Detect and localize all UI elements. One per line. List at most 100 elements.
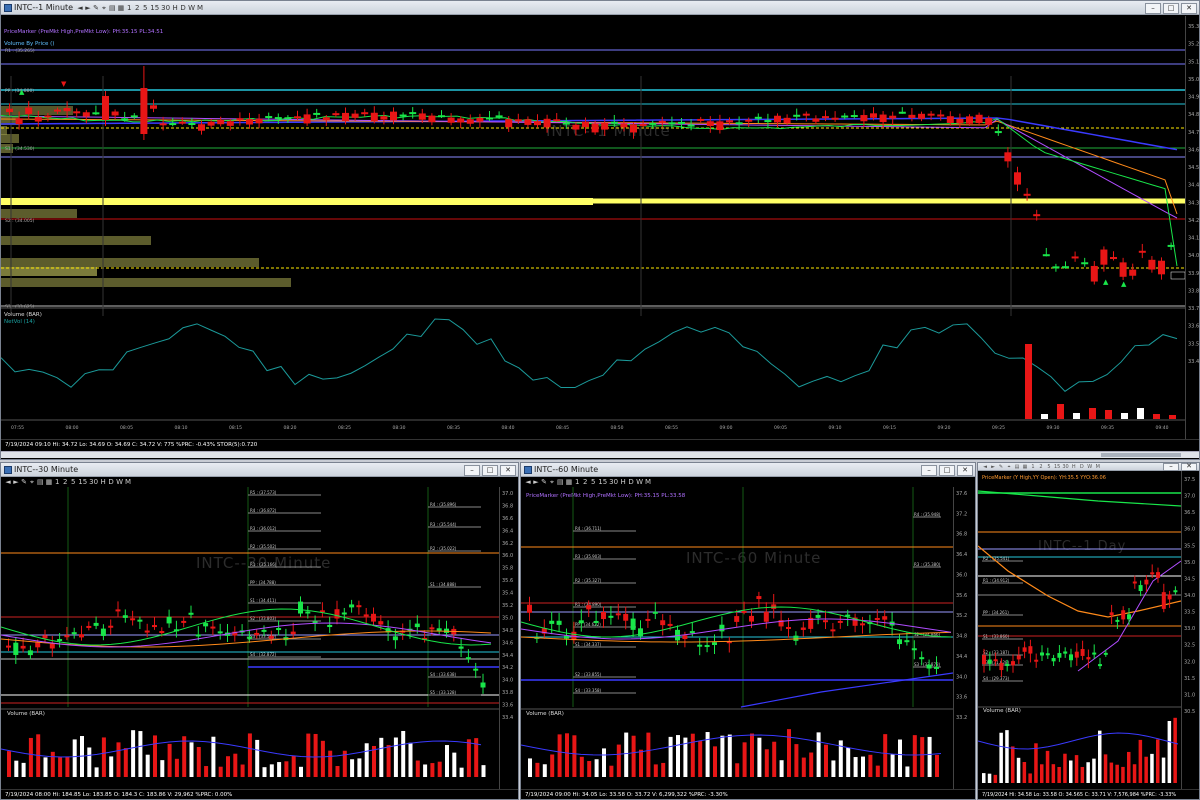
p30-price-pane[interactable]: INTC--30 Minute Volume (BAR) R5 : (37.57… [1,487,499,789]
timeframe-button[interactable]: 5 [70,478,76,486]
price-candle [390,111,397,121]
timeframe-button[interactable]: 30 [1062,464,1068,470]
main-price-axis[interactable]: 35.3 35.2 35.1 35.0 34.9 34.8 34.7 34.6 34.5 34.4… [1185,16,1199,441]
close-icon[interactable]: ✕ [500,465,516,476]
maximize-icon[interactable]: □ [939,465,955,476]
timeframe-button[interactable]: H [1071,464,1077,470]
toolbar-tool-icon[interactable]: ⌖ [29,478,35,487]
toolbar-tool-icon[interactable]: ▦ [46,478,53,486]
main-titlebar[interactable]: INTC--1 Minute ◄ ► ✎ ⌖ ▤ ▦ 1 2 5 15 30 H D W M – □ ✕ [1,1,1199,15]
timeframe-button[interactable]: W [636,478,643,486]
toolbar-tool-icon[interactable]: ► [85,1,91,15]
toolbar-tool-icon[interactable]: ► [533,478,539,486]
price-candle [1062,266,1069,269]
timeframe-button[interactable]: M [1095,464,1101,470]
maximize-icon[interactable]: □ [1163,3,1179,14]
timeframe-button[interactable]: 30 [161,1,170,15]
timeframe-button[interactable]: 15 [150,1,159,15]
timeframe-button[interactable]: H [100,478,106,486]
timeframe-button[interactable]: 1 [1030,464,1036,470]
maximize-icon[interactable]: □ [482,465,498,476]
main-price-pane[interactable]: PriceMarker (PreMkt High,PreMkt Low): PH… [1,16,1185,454]
timeframe-button[interactable]: D [108,478,114,486]
main-scroll-thumb[interactable] [1101,453,1181,457]
timeframe-button[interactable]: 2 [62,478,68,486]
timeframe-button[interactable]: M [125,478,131,486]
timeframe-button[interactable]: D [1079,464,1085,470]
volume-bar [1005,730,1009,783]
minimize-icon[interactable]: – [1163,463,1179,471]
toolbar-tool-icon[interactable]: ▦ [1022,464,1028,470]
toolbar-tool-icon[interactable]: ⌖ [1006,464,1012,470]
main-status-bar: 7/19/2024 09:10 Hi: 34.72 Lo: 34.69 O: 3… [1,439,1199,450]
timeframe-button[interactable]: 1 [54,478,60,486]
close-icon[interactable]: ✕ [1181,463,1197,471]
price-candle [102,96,109,120]
toolbar-tool-icon[interactable]: ✎ [21,478,27,486]
timeframe-button[interactable]: 5 [1046,464,1052,470]
toolbar-tool-icon[interactable]: ► [990,464,996,470]
timeframe-button[interactable]: 2 [582,478,588,486]
toolbar-tool-icon[interactable]: ✎ [998,464,1004,470]
timeframe-button[interactable]: D [628,478,634,486]
timeframe-button[interactable]: D [180,1,186,15]
timeframe-button[interactable]: H [620,478,626,486]
toolbar-tool-icon[interactable]: ◄ [982,464,988,470]
toolbar-tool-icon[interactable]: ▦ [118,1,125,15]
priceday-candle [1121,610,1126,620]
p30-titlebar[interactable]: INTC--30 Minute – □ ✕ [1,463,518,477]
toolbar-tool-icon[interactable]: ▤ [109,1,116,15]
toolbar-tool-icon[interactable]: ⌖ [549,478,555,487]
toolbar-tool-icon[interactable]: ◄ [525,478,531,486]
toolbar-tool-icon[interactable]: ◄ [5,478,11,486]
close-icon[interactable]: ✕ [1181,3,1197,14]
toolbar-tool-icon[interactable]: ▤ [37,478,44,486]
toolbar-tool-icon[interactable]: ▦ [566,478,573,486]
timeframe-button[interactable]: M [197,1,203,15]
timeframe-button[interactable]: 2 [1038,464,1044,470]
minimize-icon[interactable]: – [464,465,480,476]
price-candle [466,119,474,124]
price-tick-label: 34.6 [1188,147,1199,153]
pday-price-axis[interactable]: 37.5 37.0 36.5 36.0 35.5 35.0 34.5 34.0 33.5 33.0… [1181,471,1199,789]
timeframe-button[interactable]: 5 [590,478,596,486]
toolbar-tool-icon[interactable]: ⌖ [101,1,107,15]
timeframe-button[interactable]: 1 [574,478,580,486]
minimize-icon[interactable]: – [921,465,937,476]
timeframe-button[interactable]: M [645,478,651,486]
timeframe-button[interactable]: H [172,1,178,15]
timeframe-button[interactable]: 1 [126,1,132,15]
p60-titlebar[interactable]: INTC--60 Minute – □ ✕ [521,463,975,477]
pivot-label: R4 : (35.948) [914,512,941,517]
timeframe-button[interactable]: W [188,1,195,15]
timeframe-button[interactable]: 2 [134,1,140,15]
toolbar-tool-icon[interactable]: ✎ [541,478,547,486]
minimize-icon[interactable]: – [1145,3,1161,14]
p30-price-axis[interactable]: 37.0 36.8 36.6 36.4 36.2 36.0 35.8 35.6 35.4 35.2… [499,487,518,789]
toolbar-tool-icon[interactable]: ◄ [77,1,83,15]
timeframe-button[interactable]: 30 [609,478,618,486]
timeframe-button[interactable]: 5 [142,1,148,15]
main-scrollbar[interactable] [1,451,1199,458]
close-icon[interactable]: ✕ [957,465,973,476]
toolbar-tool-icon[interactable]: ▤ [557,478,564,486]
price-candle [553,119,561,122]
price30-candle [42,635,48,639]
price-candle [121,118,129,121]
timeframe-button[interactable]: 15 [78,478,87,486]
timeframe-button[interactable]: W [1087,464,1093,470]
toolbar-tool-icon[interactable]: ► [13,478,19,486]
timeframe-button[interactable]: W [116,478,123,486]
price30-candle [210,626,216,629]
timeframe-button[interactable]: 30 [89,478,98,486]
toolbar-tool-icon[interactable]: ✎ [93,1,99,15]
price-candle [1042,254,1050,257]
volume-bar [1144,756,1148,783]
volume-bar [927,736,932,777]
timeframe-button[interactable]: 15 [598,478,607,486]
toolbar-tool-icon[interactable]: ▤ [1014,464,1020,470]
p60-price-axis[interactable]: 37.6 37.2 36.8 36.4 36.0 35.6 35.2 34.8 34.4 34.0… [953,487,975,789]
timeframe-button[interactable]: 15 [1054,464,1060,470]
pday-price-pane[interactable]: PriceMarker (Y High,YY Open): YH:35.5 YY… [978,471,1181,789]
p60-price-pane[interactable]: PriceMarker (PreMkt High,PreMkt Low): PH… [521,487,953,789]
